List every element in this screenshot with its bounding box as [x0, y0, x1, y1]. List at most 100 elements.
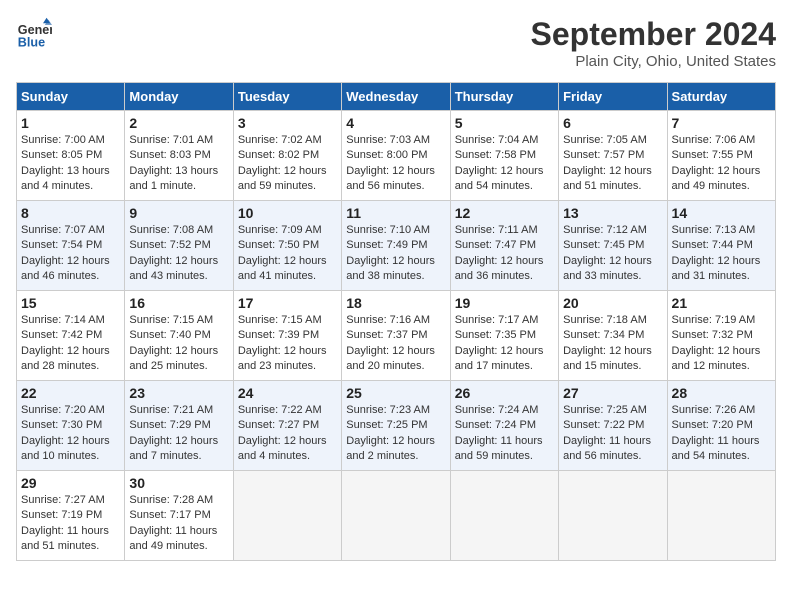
day-number: 19 — [455, 295, 554, 311]
day-info: Sunrise: 7:02 AMSunset: 8:02 PMDaylight:… — [238, 133, 337, 195]
day-info: Sunrise: 7:21 AMSunset: 7:29 PMDaylight:… — [129, 403, 228, 465]
calendar-cell — [450, 471, 558, 561]
sunset-text: Sunset: 7:37 PM — [346, 328, 445, 343]
sunrise-text: Sunrise: 7:28 AM — [129, 493, 228, 508]
day-number: 26 — [455, 385, 554, 401]
day-info: Sunrise: 7:07 AMSunset: 7:54 PMDaylight:… — [21, 223, 120, 285]
sunset-text: Sunset: 7:27 PM — [238, 418, 337, 433]
day-number: 4 — [346, 115, 445, 131]
sunrise-text: Sunrise: 7:08 AM — [129, 223, 228, 238]
sunrise-text: Sunrise: 7:21 AM — [129, 403, 228, 418]
calendar-cell — [342, 471, 450, 561]
daylight-text: Daylight: 12 hoursand 23 minutes. — [238, 344, 337, 375]
header-saturday: Saturday — [667, 83, 775, 111]
location: Plain City, Ohio, United States — [531, 53, 776, 70]
day-number: 11 — [346, 205, 445, 221]
day-info: Sunrise: 7:11 AMSunset: 7:47 PMDaylight:… — [455, 223, 554, 285]
daylight-text: Daylight: 13 hoursand 4 minutes. — [21, 164, 120, 195]
sunset-text: Sunset: 7:30 PM — [21, 418, 120, 433]
day-number: 18 — [346, 295, 445, 311]
day-info: Sunrise: 7:10 AMSunset: 7:49 PMDaylight:… — [346, 223, 445, 285]
sunset-text: Sunset: 7:25 PM — [346, 418, 445, 433]
sunrise-text: Sunrise: 7:25 AM — [563, 403, 662, 418]
sunset-text: Sunset: 7:49 PM — [346, 238, 445, 253]
daylight-text: Daylight: 11 hoursand 59 minutes. — [455, 434, 554, 465]
calendar-week-row: 8Sunrise: 7:07 AMSunset: 7:54 PMDaylight… — [17, 201, 776, 291]
header-monday: Monday — [125, 83, 233, 111]
daylight-text: Daylight: 12 hoursand 28 minutes. — [21, 344, 120, 375]
calendar-cell: 21Sunrise: 7:19 AMSunset: 7:32 PMDayligh… — [667, 291, 775, 381]
daylight-text: Daylight: 11 hoursand 54 minutes. — [672, 434, 771, 465]
sunset-text: Sunset: 7:29 PM — [129, 418, 228, 433]
sunset-text: Sunset: 7:58 PM — [455, 148, 554, 163]
sunrise-text: Sunrise: 7:20 AM — [21, 403, 120, 418]
sunset-text: Sunset: 7:19 PM — [21, 508, 120, 523]
daylight-text: Daylight: 11 hoursand 56 minutes. — [563, 434, 662, 465]
day-number: 5 — [455, 115, 554, 131]
day-number: 17 — [238, 295, 337, 311]
day-info: Sunrise: 7:15 AMSunset: 7:39 PMDaylight:… — [238, 313, 337, 375]
day-info: Sunrise: 7:00 AMSunset: 8:05 PMDaylight:… — [21, 133, 120, 195]
page-container: General Blue September 2024 Plain City, … — [16, 16, 776, 561]
calendar-cell: 10Sunrise: 7:09 AMSunset: 7:50 PMDayligh… — [233, 201, 341, 291]
sunset-text: Sunset: 7:22 PM — [563, 418, 662, 433]
sunrise-text: Sunrise: 7:24 AM — [455, 403, 554, 418]
day-number: 9 — [129, 205, 228, 221]
daylight-text: Daylight: 12 hoursand 7 minutes. — [129, 434, 228, 465]
sunrise-text: Sunrise: 7:06 AM — [672, 133, 771, 148]
sunset-text: Sunset: 7:39 PM — [238, 328, 337, 343]
daylight-text: Daylight: 11 hoursand 49 minutes. — [129, 524, 228, 555]
day-number: 3 — [238, 115, 337, 131]
day-info: Sunrise: 7:16 AMSunset: 7:37 PMDaylight:… — [346, 313, 445, 375]
day-number: 7 — [672, 115, 771, 131]
month-title: September 2024 — [531, 16, 776, 53]
calendar-cell: 20Sunrise: 7:18 AMSunset: 7:34 PMDayligh… — [559, 291, 667, 381]
calendar-week-row: 15Sunrise: 7:14 AMSunset: 7:42 PMDayligh… — [17, 291, 776, 381]
day-info: Sunrise: 7:27 AMSunset: 7:19 PMDaylight:… — [21, 493, 120, 555]
day-number: 27 — [563, 385, 662, 401]
day-info: Sunrise: 7:14 AMSunset: 7:42 PMDaylight:… — [21, 313, 120, 375]
sunset-text: Sunset: 7:17 PM — [129, 508, 228, 523]
sunrise-text: Sunrise: 7:02 AM — [238, 133, 337, 148]
day-number: 12 — [455, 205, 554, 221]
calendar-cell: 2Sunrise: 7:01 AMSunset: 8:03 PMDaylight… — [125, 111, 233, 201]
calendar-cell: 16Sunrise: 7:15 AMSunset: 7:40 PMDayligh… — [125, 291, 233, 381]
sunset-text: Sunset: 7:45 PM — [563, 238, 662, 253]
calendar-cell: 5Sunrise: 7:04 AMSunset: 7:58 PMDaylight… — [450, 111, 558, 201]
sunrise-text: Sunrise: 7:15 AM — [129, 313, 228, 328]
sunset-text: Sunset: 7:24 PM — [455, 418, 554, 433]
day-info: Sunrise: 7:12 AMSunset: 7:45 PMDaylight:… — [563, 223, 662, 285]
daylight-text: Daylight: 12 hoursand 41 minutes. — [238, 254, 337, 285]
calendar-cell — [559, 471, 667, 561]
sunset-text: Sunset: 7:42 PM — [21, 328, 120, 343]
calendar-cell: 11 Sunrise: 7:10 AMSunset: 7:49 PMDayligh… — [342, 201, 450, 291]
daylight-text: Daylight: 12 hoursand 38 minutes. — [346, 254, 445, 285]
day-info: Sunrise: 7:19 AMSunset: 7:32 PMDaylight:… — [672, 313, 771, 375]
sunset-text: Sunset: 7:34 PM — [563, 328, 662, 343]
calendar-cell: 1Sunrise: 7:00 AMSunset: 8:05 PMDaylight… — [17, 111, 125, 201]
sunset-text: Sunset: 7:32 PM — [672, 328, 771, 343]
daylight-text: Daylight: 12 hoursand 46 minutes. — [21, 254, 120, 285]
daylight-text: Daylight: 12 hoursand 49 minutes. — [672, 164, 771, 195]
daylight-text: Daylight: 12 hoursand 59 minutes. — [238, 164, 337, 195]
day-info: Sunrise: 7:24 AMSunset: 7:24 PMDaylight:… — [455, 403, 554, 465]
calendar-cell: 4Sunrise: 7:03 AMSunset: 8:00 PMDaylight… — [342, 111, 450, 201]
logo: General Blue — [16, 16, 52, 52]
calendar-cell: 30Sunrise: 7:28 AMSunset: 7:17 PMDayligh… — [125, 471, 233, 561]
calendar-cell: 8Sunrise: 7:07 AMSunset: 7:54 PMDaylight… — [17, 201, 125, 291]
sunrise-text: Sunrise: 7:05 AM — [563, 133, 662, 148]
day-number: 23 — [129, 385, 228, 401]
sunrise-text: Sunrise: 7:01 AM — [129, 133, 228, 148]
sunset-text: Sunset: 7:20 PM — [672, 418, 771, 433]
daylight-text: Daylight: 13 hoursand 1 minute. — [129, 164, 228, 195]
daylight-text: Daylight: 12 hoursand 4 minutes. — [238, 434, 337, 465]
sunrise-text: Sunrise: 7:11 AM — [455, 223, 554, 238]
day-number: 28 — [672, 385, 771, 401]
sunset-text: Sunset: 7:35 PM — [455, 328, 554, 343]
sunset-text: Sunset: 7:50 PM — [238, 238, 337, 253]
daylight-text: Daylight: 12 hoursand 12 minutes. — [672, 344, 771, 375]
sunset-text: Sunset: 8:00 PM — [346, 148, 445, 163]
day-number: 14 — [672, 205, 771, 221]
sunrise-text: Sunrise: 7:23 AM — [346, 403, 445, 418]
header-sunday: Sunday — [17, 83, 125, 111]
